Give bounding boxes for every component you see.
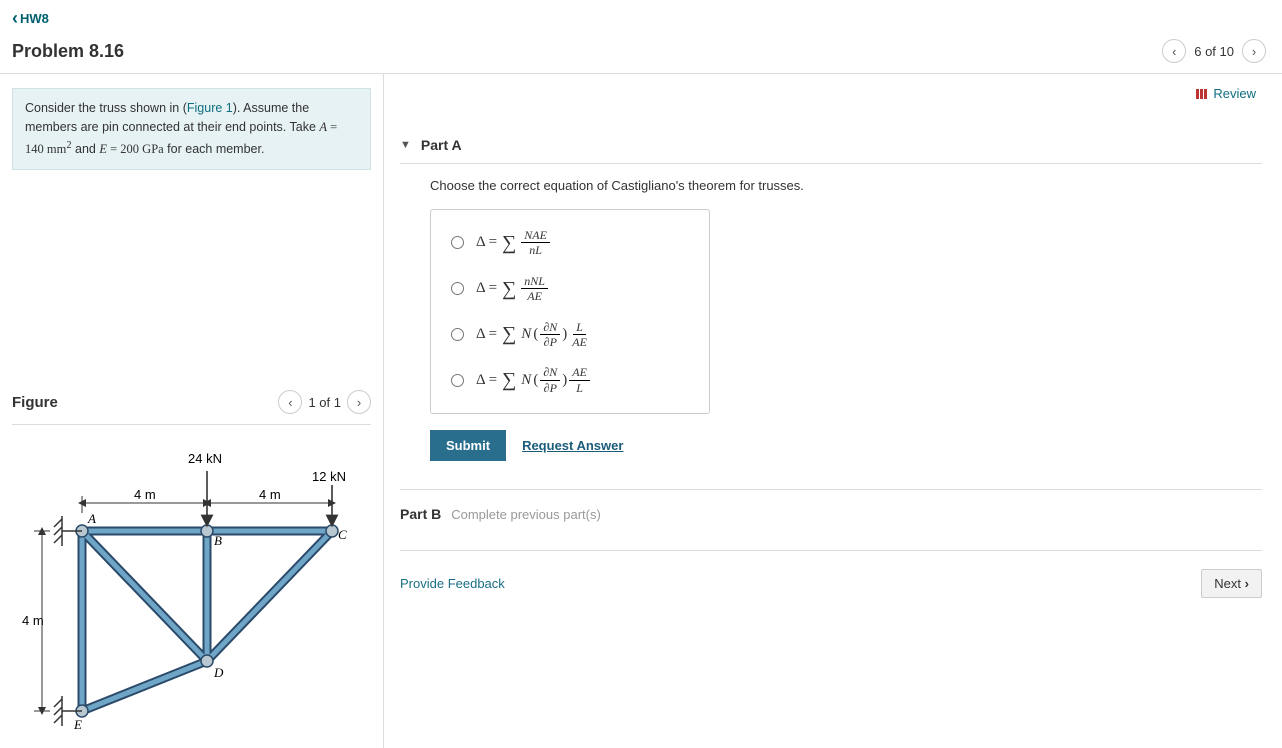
figure-nav: ‹ 1 of 1 › xyxy=(278,390,371,414)
left-column: Consider the truss shown in (Figure 1). … xyxy=(0,74,384,748)
intro-tail: for each member. xyxy=(164,142,265,156)
choice-4-radio[interactable] xyxy=(451,374,464,387)
span-right-label: 4 m xyxy=(259,487,281,502)
partB-row: Part B Complete previous part(s) xyxy=(400,489,1262,522)
unit-mm2: mm2 xyxy=(47,142,72,156)
height-label: 4 m xyxy=(22,613,44,628)
partA-actions: Submit Request Answer xyxy=(430,430,1262,461)
figure-heading: Figure xyxy=(12,394,58,411)
node-A-label: A xyxy=(87,511,96,526)
next-problem-button[interactable]: › xyxy=(1242,39,1266,63)
figure-counter: 1 of 1 xyxy=(308,395,341,410)
choice-4[interactable]: Δ = ∑ N( ∂N∂P ) AEL xyxy=(443,357,697,403)
figure-header: Figure ‹ 1 of 1 › xyxy=(12,390,371,425)
prev-problem-button[interactable]: ‹ xyxy=(1162,39,1186,63)
node-B-label: B xyxy=(214,533,222,548)
choice-3-eq: Δ = ∑ N( ∂N∂P ) LAE xyxy=(476,320,590,350)
var-A: A xyxy=(319,120,327,134)
truss-figure: 24 kN 12 kN 4 m 4 m 4 m A B C D E xyxy=(12,441,371,734)
right-column: Review ▼ Part A Choose the correct equat… xyxy=(384,74,1282,748)
next-button[interactable]: Next › xyxy=(1201,569,1262,598)
choice-1-eq: Δ = ∑ NAEnL xyxy=(476,228,550,258)
node-C-label: C xyxy=(338,527,347,542)
title-row: Problem 8.16 ‹ 6 of 10 › xyxy=(0,33,1282,73)
force-24kN-label: 24 kN xyxy=(188,451,222,466)
partB-hint: Complete previous part(s) xyxy=(451,507,601,522)
intro-box: Consider the truss shown in (Figure 1). … xyxy=(12,88,371,170)
node-E-label: E xyxy=(73,717,82,731)
partA-label: Part A xyxy=(421,137,462,153)
submit-button[interactable]: Submit xyxy=(430,430,506,461)
var-E: E xyxy=(99,142,107,156)
partA-header[interactable]: ▼ Part A xyxy=(400,131,1262,164)
choice-4-eq: Δ = ∑ N( ∂N∂P ) AEL xyxy=(476,365,590,395)
choice-2[interactable]: Δ = ∑ nNLAE xyxy=(443,266,697,312)
choice-3-radio[interactable] xyxy=(451,328,464,341)
review-link[interactable]: Review xyxy=(1196,86,1256,101)
next-label: Next xyxy=(1214,576,1241,591)
review-label: Review xyxy=(1213,86,1256,101)
choice-1-radio[interactable] xyxy=(451,236,464,249)
page-counter: 6 of 10 xyxy=(1194,44,1234,59)
choice-1[interactable]: Δ = ∑ NAEnL xyxy=(443,220,697,266)
force-12kN-label: 12 kN xyxy=(312,469,346,484)
caret-down-icon: ▼ xyxy=(400,139,411,151)
intro-and: and xyxy=(72,142,100,156)
back-link[interactable]: HW8 xyxy=(0,0,49,33)
footer-row: Provide Feedback Next › xyxy=(400,550,1262,598)
problem-title: Problem 8.16 xyxy=(12,41,124,62)
partA-question: Choose the correct equation of Castiglia… xyxy=(430,178,1262,193)
request-answer-link[interactable]: Request Answer xyxy=(522,438,623,453)
figure-next-button[interactable]: › xyxy=(347,390,371,414)
choice-3[interactable]: Δ = ∑ N( ∂N∂P ) LAE xyxy=(443,312,697,358)
choice-box: Δ = ∑ NAEnL Δ = ∑ nNLAE Δ = ∑ N( ∂N∂P ) xyxy=(430,209,710,414)
intro-pre: Consider the truss shown in ( xyxy=(25,101,187,115)
choice-2-radio[interactable] xyxy=(451,282,464,295)
partB-label: Part B xyxy=(400,506,441,522)
page-nav: ‹ 6 of 10 › xyxy=(1162,39,1266,63)
span-left-label: 4 m xyxy=(134,487,156,502)
provide-feedback-link[interactable]: Provide Feedback xyxy=(400,576,505,591)
review-icon xyxy=(1196,89,1208,99)
E-val: = 200 xyxy=(107,142,142,156)
choice-2-eq: Δ = ∑ nNLAE xyxy=(476,274,548,304)
figure-link[interactable]: Figure 1 xyxy=(187,101,233,115)
node-D-label: D xyxy=(213,665,224,680)
figure-prev-button[interactable]: ‹ xyxy=(278,390,302,414)
unit-GPa: GPa xyxy=(142,142,164,156)
